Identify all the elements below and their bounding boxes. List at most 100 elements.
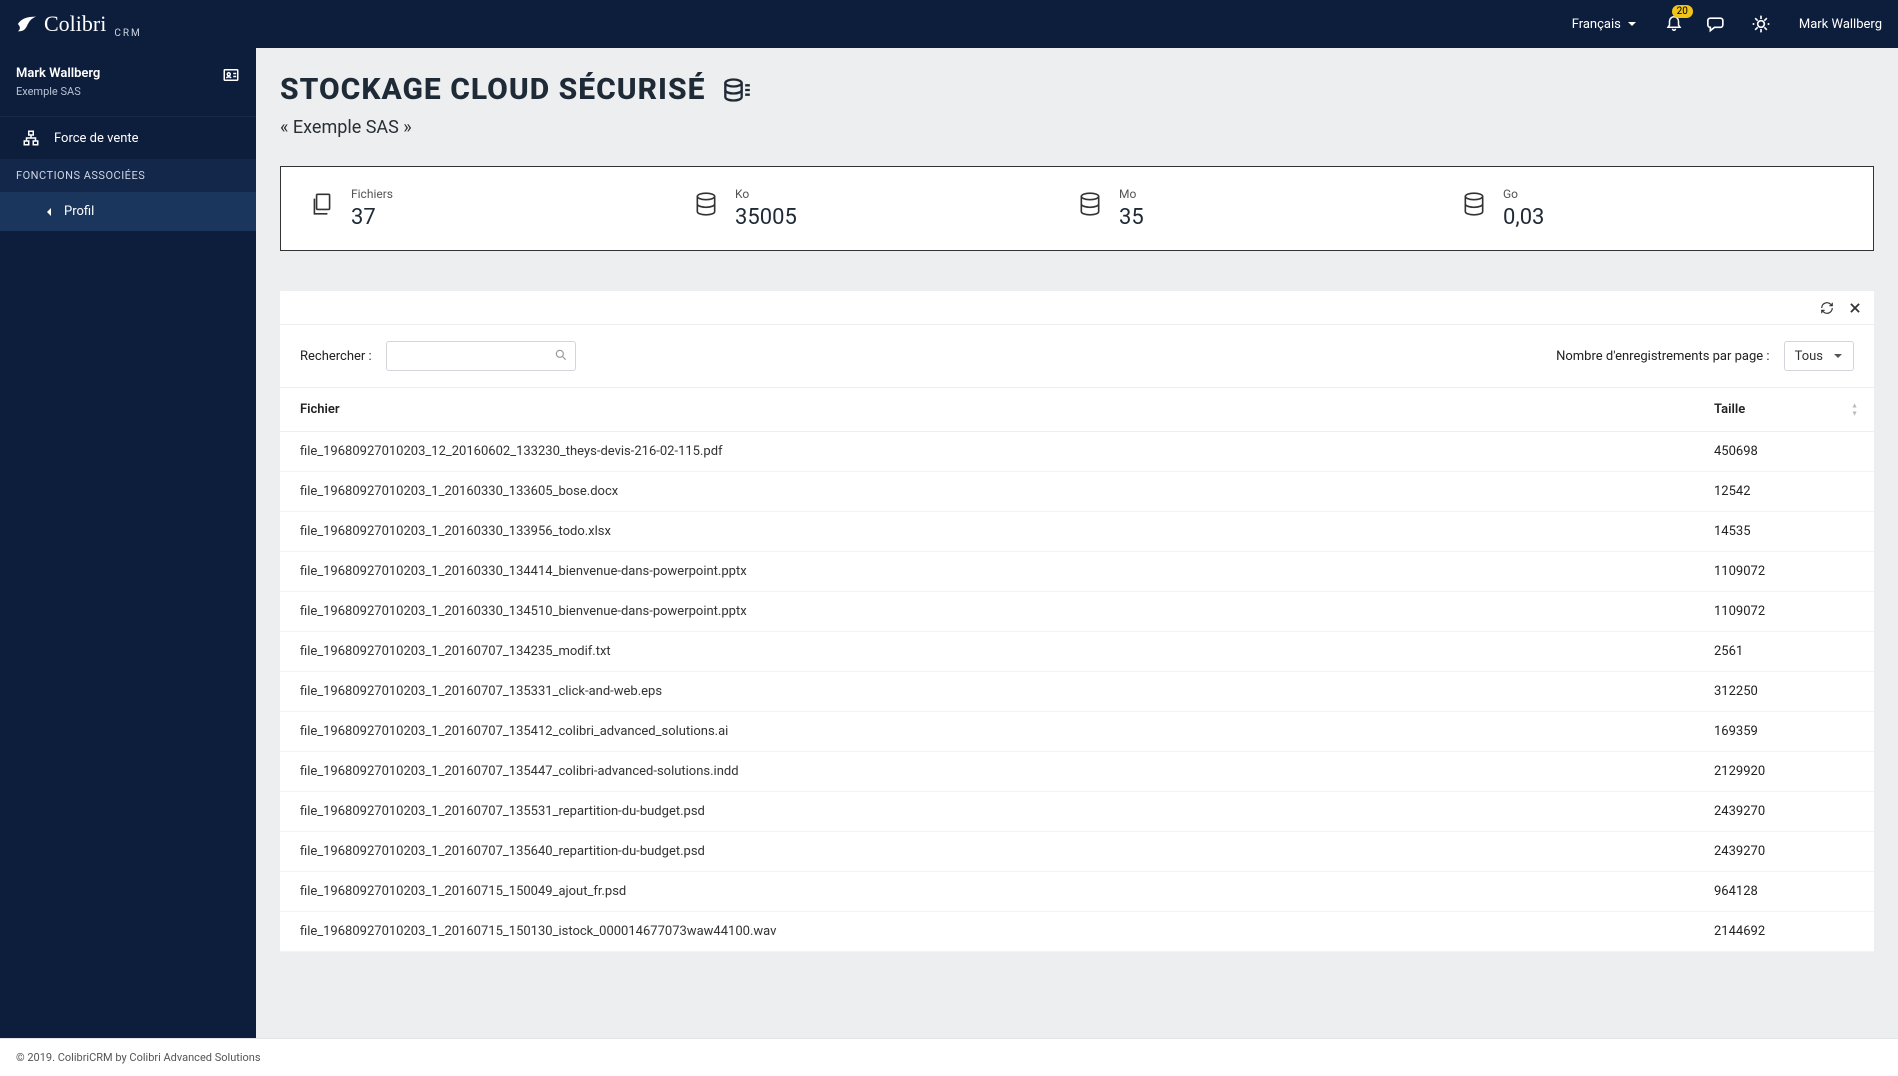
column-header-size[interactable]: Taille ▲▼	[1694, 388, 1874, 432]
files-icon	[309, 191, 335, 217]
close-icon[interactable]	[1848, 301, 1862, 315]
chevron-down-icon	[1833, 351, 1843, 361]
file-name-cell: file_19680927010203_1_20160330_134414_bi…	[280, 552, 1694, 592]
stats-bar: Fichiers 37 Ko 35005 Mo 35 Go 0,03	[280, 166, 1874, 251]
file-name-cell: file_19680927010203_1_20160707_135331_cl…	[280, 672, 1694, 712]
brand-sub: CRM	[114, 28, 141, 39]
stat-value: 35	[1119, 205, 1144, 230]
file-name-cell: file_19680927010203_1_20160330_134510_bi…	[280, 592, 1694, 632]
file-size-cell: 450698	[1694, 432, 1874, 472]
table-row[interactable]: file_19680927010203_1_20160707_135447_co…	[280, 752, 1874, 792]
column-header-file[interactable]: Fichier	[280, 388, 1694, 432]
table-row[interactable]: file_19680927010203_1_20160330_134414_bi…	[280, 552, 1874, 592]
main-content: STOCKAGE CLOUD SÉCURISÉ « Exemple SAS » …	[256, 48, 1898, 1038]
sidebar-item-label: Force de vente	[54, 131, 139, 146]
file-size-cell: 1109072	[1694, 552, 1874, 592]
stat-files: Fichiers 37	[309, 187, 693, 230]
file-name-cell: file_19680927010203_1_20160715_150130_is…	[280, 912, 1694, 952]
sidebar-user-block: Mark Wallberg Exemple SAS	[0, 48, 256, 116]
stat-value: 37	[351, 205, 393, 230]
brand-name: Colibri	[44, 11, 106, 37]
file-name-cell: file_19680927010203_1_20160707_135447_co…	[280, 752, 1694, 792]
table-row[interactable]: file_19680927010203_1_20160707_134235_mo…	[280, 632, 1874, 672]
sidebar-user-name: Mark Wallberg	[16, 66, 100, 81]
stat-value: 35005	[735, 205, 797, 230]
chat-icon[interactable]	[1707, 14, 1727, 34]
stat-label: Ko	[735, 187, 797, 201]
topbar-username[interactable]: Mark Wallberg	[1799, 17, 1882, 32]
breadcrumb: « Exemple SAS »	[280, 117, 1874, 138]
per-page-select[interactable]: Tous	[1784, 341, 1854, 371]
stat-label: Mo	[1119, 187, 1144, 201]
chevron-down-icon	[1627, 19, 1637, 29]
table-row[interactable]: file_19680927010203_12_20160602_133230_t…	[280, 432, 1874, 472]
file-size-cell: 2129920	[1694, 752, 1874, 792]
card-header	[280, 291, 1874, 325]
table-row[interactable]: file_19680927010203_1_20160707_135331_cl…	[280, 672, 1874, 712]
table-row[interactable]: file_19680927010203_1_20160707_135531_re…	[280, 792, 1874, 832]
footer: © 2019. ColibriCRM by Colibri Advanced S…	[0, 1038, 1898, 1076]
page-title: STOCKAGE CLOUD SÉCURISÉ	[280, 72, 705, 107]
search-label: Rechercher :	[300, 349, 372, 364]
search-input[interactable]	[386, 341, 576, 371]
file-name-cell: file_19680927010203_12_20160602_133230_t…	[280, 432, 1694, 472]
sidebar-subitem-profil[interactable]: Profil	[0, 192, 256, 231]
sidebar-user-company: Exemple SAS	[16, 85, 100, 98]
file-name-cell: file_19680927010203_1_20160330_133605_bo…	[280, 472, 1694, 512]
file-size-cell: 1109072	[1694, 592, 1874, 632]
stat-ko: Ko 35005	[693, 187, 1077, 230]
sidebar-item-force-de-vente[interactable]: Force de vente	[0, 116, 256, 159]
database-icon	[1077, 191, 1103, 217]
file-size-cell: 2439270	[1694, 832, 1874, 872]
file-size-cell: 2561	[1694, 632, 1874, 672]
stat-value: 0,03	[1503, 205, 1544, 230]
language-label: Français	[1572, 17, 1621, 32]
per-page-label: Nombre d'enregistrements par page :	[1556, 349, 1769, 364]
footer-text: © 2019. ColibriCRM by Colibri Advanced S…	[16, 1051, 261, 1064]
file-size-cell: 2439270	[1694, 792, 1874, 832]
file-size-cell: 2144692	[1694, 912, 1874, 952]
language-selector[interactable]: Français	[1572, 17, 1637, 32]
stat-mo: Mo 35	[1077, 187, 1461, 230]
sidebar: Mark Wallberg Exemple SAS Force de vente…	[0, 48, 256, 1076]
chevron-left-icon	[44, 207, 54, 217]
sidebar-subitem-label: Profil	[64, 204, 94, 219]
search-icon	[554, 348, 568, 362]
file-name-cell: file_19680927010203_1_20160707_135640_re…	[280, 832, 1694, 872]
file-name-cell: file_19680927010203_1_20160715_150049_aj…	[280, 872, 1694, 912]
file-size-cell: 169359	[1694, 712, 1874, 752]
file-name-cell: file_19680927010203_1_20160707_134235_mo…	[280, 632, 1694, 672]
brand-logo[interactable]: Colibri CRM	[16, 10, 142, 39]
file-name-cell: file_19680927010203_1_20160707_135531_re…	[280, 792, 1694, 832]
file-size-cell: 312250	[1694, 672, 1874, 712]
per-page-value: Tous	[1795, 349, 1823, 364]
bird-icon	[16, 13, 38, 35]
notification-badge: 20	[1672, 5, 1693, 18]
table-row[interactable]: file_19680927010203_1_20160330_133956_to…	[280, 512, 1874, 552]
file-size-cell: 14535	[1694, 512, 1874, 552]
bug-icon[interactable]	[1751, 14, 1771, 34]
stat-label: Go	[1503, 187, 1544, 201]
topbar: Colibri CRM Français 20 Mark Wallberg	[0, 0, 1898, 48]
table-row[interactable]: file_19680927010203_1_20160707_135412_co…	[280, 712, 1874, 752]
database-icon	[693, 191, 719, 217]
table-row[interactable]: file_19680927010203_1_20160330_133605_bo…	[280, 472, 1874, 512]
file-size-cell: 12542	[1694, 472, 1874, 512]
files-table-card: Rechercher : Nombre d'enregistrements pa…	[280, 291, 1874, 952]
files-table: Fichier Taille ▲▼ file_19680927010203_12…	[280, 388, 1874, 952]
notifications-button[interactable]: 20	[1665, 13, 1683, 35]
table-row[interactable]: file_19680927010203_1_20160715_150130_is…	[280, 912, 1874, 952]
sort-icon: ▲▼	[1851, 402, 1858, 417]
table-row[interactable]: file_19680927010203_1_20160330_134510_bi…	[280, 592, 1874, 632]
table-row[interactable]: file_19680927010203_1_20160707_135640_re…	[280, 832, 1874, 872]
server-stack-icon[interactable]	[723, 76, 751, 104]
stat-label: Fichiers	[351, 187, 393, 201]
stat-go: Go 0,03	[1461, 187, 1845, 230]
sidebar-section-label: FONCTIONS ASSOCIÉES	[0, 159, 256, 192]
table-row[interactable]: file_19680927010203_1_20160715_150049_aj…	[280, 872, 1874, 912]
org-chart-icon	[22, 129, 40, 147]
database-icon	[1461, 191, 1487, 217]
file-name-cell: file_19680927010203_1_20160707_135412_co…	[280, 712, 1694, 752]
id-card-icon[interactable]	[222, 66, 240, 84]
refresh-icon[interactable]	[1820, 301, 1834, 315]
